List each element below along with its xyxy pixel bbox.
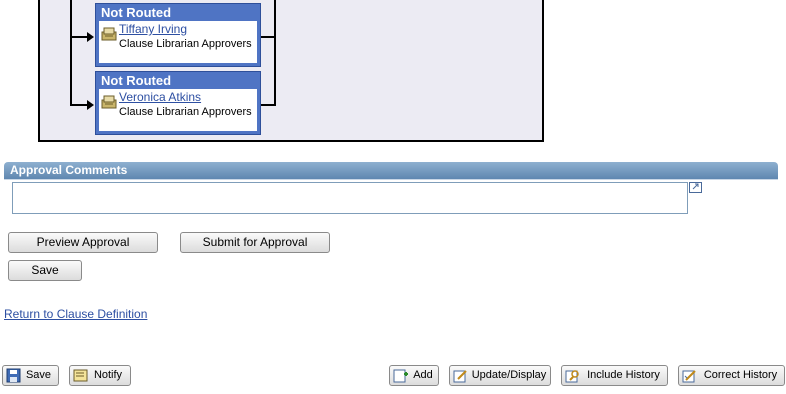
approver-inbox-icon — [101, 95, 117, 109]
submit-for-approval-button[interactable]: Submit for Approval — [180, 232, 330, 253]
approval-step: Not Routed Tiffany Irving Clause Librari… — [95, 3, 261, 67]
toolbar-correct-history-label: Correct History — [703, 369, 778, 381]
approver-role: Clause Librarian Approvers — [119, 38, 252, 50]
approver-link[interactable]: Tiffany Irving — [119, 22, 187, 36]
approver-link[interactable]: Veronica Atkins — [119, 90, 201, 104]
approval-step: Not Routed Veronica Atkins Clause Librar… — [95, 71, 261, 135]
arrowhead-2 — [87, 100, 94, 110]
toolbar-notify-label: Notify — [93, 369, 123, 381]
toolbar-save-button[interactable]: Save — [2, 365, 59, 386]
toolbar-include-history-button[interactable]: Include History — [561, 365, 668, 386]
section-divider — [4, 179, 778, 180]
toolbar-correct-history-button[interactable]: Correct History — [678, 365, 785, 386]
connector-arrow-2 — [70, 104, 88, 106]
approver-inbox-icon — [101, 27, 117, 41]
connector-right-2 — [261, 104, 276, 106]
toolbar-save-label: Save — [25, 369, 52, 381]
toolbar-add-button[interactable]: Add — [389, 365, 439, 386]
step-status: Not Routed — [101, 5, 172, 20]
arrowhead-1 — [87, 32, 94, 42]
toolbar-update-display-label: Update/Display — [471, 369, 547, 381]
save-button[interactable]: Save — [8, 260, 82, 281]
toolbar-notify-button[interactable]: Notify — [69, 365, 131, 386]
approval-comments-header: Approval Comments — [4, 162, 778, 179]
approver-role: Clause Librarian Approvers — [119, 106, 252, 118]
return-to-clause-definition-link[interactable]: Return to Clause Definition — [4, 307, 147, 321]
step-status: Not Routed — [101, 73, 172, 88]
connector-arrow-1 — [70, 36, 88, 38]
approval-comments-field[interactable] — [12, 182, 688, 214]
toolbar-include-history-label: Include History — [587, 369, 660, 381]
connector-right-1 — [261, 36, 276, 38]
connector-right — [274, 0, 276, 106]
expand-textarea-icon[interactable] — [689, 182, 702, 193]
toolbar-add-label: Add — [413, 369, 433, 381]
toolbar-update-display-button[interactable]: Update/Display — [449, 365, 551, 386]
connector-left — [70, 0, 72, 106]
preview-approval-button[interactable]: Preview Approval — [8, 232, 158, 253]
